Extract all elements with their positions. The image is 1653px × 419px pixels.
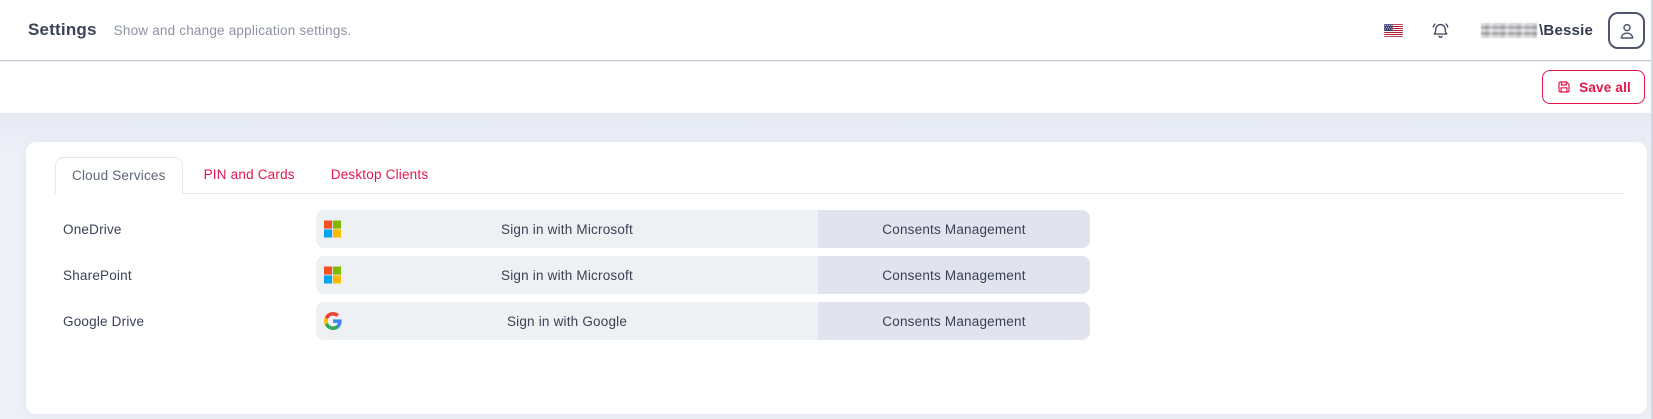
consents-management-button[interactable]: Consents Management <box>818 256 1090 294</box>
service-name-label: Google Drive <box>63 314 316 329</box>
app-header: Settings Show and change application set… <box>0 0 1653 61</box>
save-all-button[interactable]: Save all <box>1542 70 1645 104</box>
microsoft-logo-icon <box>324 221 341 238</box>
save-all-label: Save all <box>1579 80 1631 95</box>
settings-card: Cloud Services PIN and Cards Desktop Cli… <box>26 142 1647 414</box>
service-name-label: SharePoint <box>63 268 316 283</box>
user-profile-icon <box>1616 20 1638 42</box>
service-actions: Sign in with Google Consents Management <box>316 302 1090 340</box>
signin-microsoft-button[interactable]: Sign in with Microsoft <box>316 256 818 294</box>
signin-microsoft-button[interactable]: Sign in with Microsoft <box>316 210 818 248</box>
cloud-services-list: OneDrive Sign in with Microsoft <box>63 210 1647 340</box>
username-label: \Bessie <box>1539 22 1593 39</box>
page-title: Settings <box>28 20 97 40</box>
notifications-bell-icon[interactable] <box>1430 20 1451 41</box>
tab-cloud-services[interactable]: Cloud Services <box>55 157 183 194</box>
signin-label: Sign in with Microsoft <box>501 222 633 237</box>
consents-label: Consents Management <box>882 314 1025 329</box>
signin-label: Sign in with Microsoft <box>501 268 633 283</box>
consents-label: Consents Management <box>882 222 1025 237</box>
google-logo-icon <box>324 312 342 330</box>
user-profile-button[interactable] <box>1608 12 1645 49</box>
service-actions: Sign in with Microsoft Consents Manageme… <box>316 256 1090 294</box>
save-floppy-icon <box>1556 79 1572 95</box>
tab-desktop-clients[interactable]: Desktop Clients <box>316 156 444 193</box>
logged-in-user: \Bessie <box>1481 22 1593 39</box>
consents-label: Consents Management <box>882 268 1025 283</box>
service-row-google-drive: Google Drive Sign in with Google <box>63 302 1647 340</box>
language-flag-icon[interactable] <box>1384 24 1403 37</box>
settings-tab-bar: Cloud Services PIN and Cards Desktop Cli… <box>55 156 1625 194</box>
consents-management-button[interactable]: Consents Management <box>818 302 1090 340</box>
tab-pin-and-cards[interactable]: PIN and Cards <box>189 156 310 193</box>
service-name-label: OneDrive <box>63 222 316 237</box>
header-actions: \Bessie <box>1384 0 1647 61</box>
service-actions: Sign in with Microsoft Consents Manageme… <box>316 210 1090 248</box>
page-body: Cloud Services PIN and Cards Desktop Cli… <box>0 113 1653 419</box>
signin-label: Sign in with Google <box>507 314 627 329</box>
signin-google-button[interactable]: Sign in with Google <box>316 302 818 340</box>
microsoft-logo-icon <box>324 267 341 284</box>
consents-management-button[interactable]: Consents Management <box>818 210 1090 248</box>
page-subtitle: Show and change application settings. <box>114 23 352 38</box>
username-censored-domain <box>1481 23 1537 38</box>
service-row-onedrive: OneDrive Sign in with Microsoft <box>63 210 1647 248</box>
service-row-sharepoint: SharePoint Sign in with Microsoft <box>63 256 1647 294</box>
action-toolbar: Save all <box>0 62 1653 113</box>
